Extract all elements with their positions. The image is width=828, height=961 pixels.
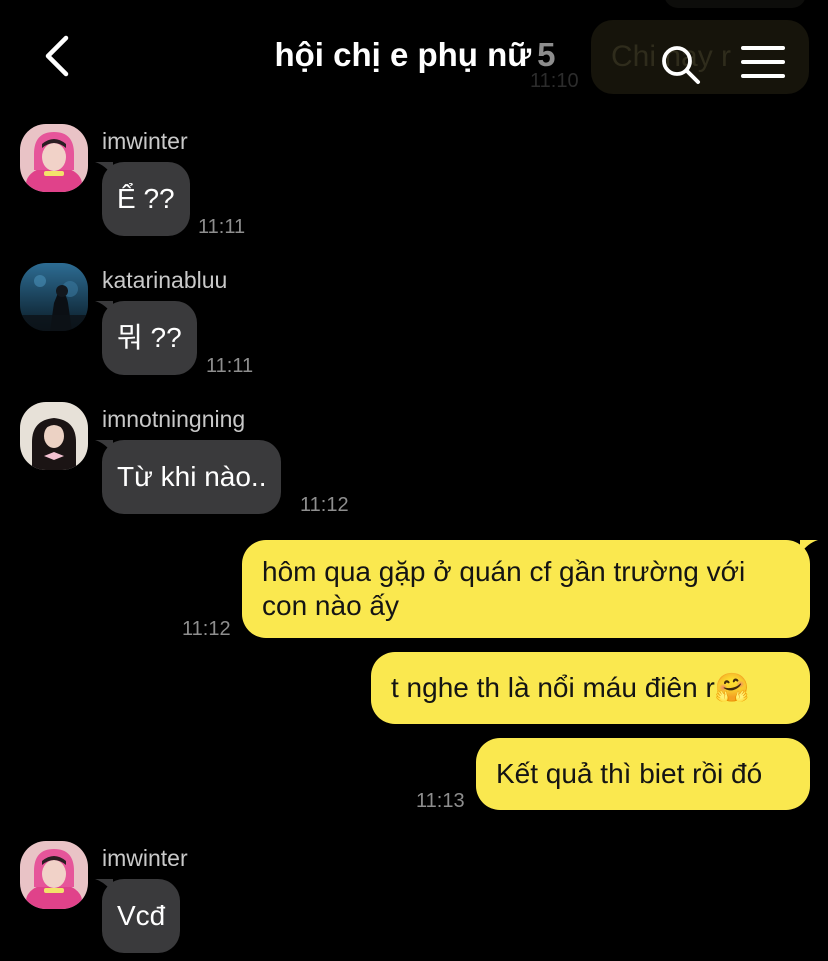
- message-time: 11:11: [198, 216, 246, 238]
- message-text-line: hôm qua gặp ở quán cf gần trường với: [262, 556, 746, 587]
- avatar-image: [20, 402, 88, 470]
- message-text: t nghe th là nổi máu điên r: [391, 672, 715, 703]
- avatar-image: [20, 124, 88, 192]
- message-text: 뭐 ??: [117, 322, 182, 353]
- chevron-left-icon: [45, 35, 69, 77]
- avatar-imwinter[interactable]: [20, 124, 88, 192]
- avatar-katarinabluu[interactable]: [20, 263, 88, 331]
- avatar-imnotningning[interactable]: [20, 402, 88, 470]
- bubble-tail: [800, 540, 818, 554]
- group-name: hội chị e phụ nữ: [274, 36, 532, 73]
- sender-name: imwinter: [102, 845, 188, 871]
- search-icon: [662, 46, 700, 84]
- menu-icon: [741, 46, 785, 78]
- message-text: Từ khi nào..: [117, 461, 267, 492]
- message-time: 11:12: [182, 618, 231, 640]
- message-text: Vcđ: [117, 900, 166, 931]
- bubble-tail: [95, 301, 113, 315]
- back-button[interactable]: [36, 30, 80, 82]
- search-button[interactable]: [660, 44, 702, 86]
- message-text: Ể ??: [117, 183, 175, 214]
- avatar-image: [20, 841, 88, 909]
- message-time: 11:11: [206, 355, 254, 377]
- message-bubble-outgoing[interactable]: hôm qua gặp ở quán cf gần trường với con…: [242, 540, 818, 638]
- member-count: 5: [537, 36, 556, 73]
- sender-name: imnotningning: [102, 406, 246, 432]
- message-time: 11:13: [416, 790, 465, 812]
- message-text: Kết quả thì biet rồi đó: [496, 758, 763, 789]
- message-bubble[interactable]: Vcđ: [95, 879, 181, 953]
- message-bubble[interactable]: Từ khi nào..: [95, 440, 282, 514]
- scrolled-bubble-fragment: [664, 0, 806, 8]
- message-time: 11:12: [300, 494, 349, 516]
- bubble-tail: [95, 162, 113, 176]
- chat-title: hội chị e phụ nữ 5: [230, 36, 600, 74]
- sender-name: katarinabluu: [102, 267, 228, 293]
- message-text-line: con nào ấy: [262, 590, 399, 621]
- hugging-face-emoji: 🤗: [714, 672, 750, 703]
- message-bubble[interactable]: 뭐 ??: [95, 301, 197, 375]
- bubble-tail: [95, 440, 113, 454]
- sender-name: imwinter: [102, 128, 188, 154]
- message-bubble[interactable]: Ể ??: [95, 162, 190, 236]
- message-bubble-outgoing[interactable]: t nghe th là nổi máu điên r🤗: [371, 652, 810, 724]
- bubble-tail: [95, 879, 113, 893]
- avatar-image: [20, 263, 88, 331]
- avatar-imwinter[interactable]: [20, 841, 88, 909]
- message-bubble-outgoing[interactable]: Kết quả thì biet rồi đó: [476, 738, 810, 810]
- menu-button[interactable]: [740, 44, 786, 80]
